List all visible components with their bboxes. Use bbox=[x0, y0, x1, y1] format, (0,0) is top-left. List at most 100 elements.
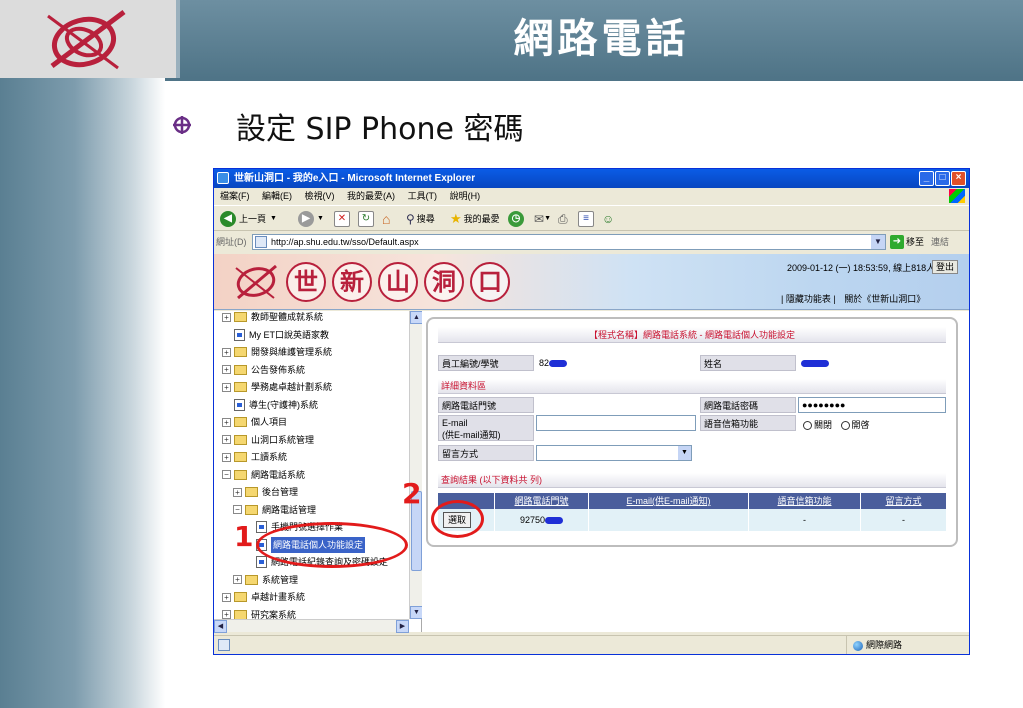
go-button[interactable]: ➜ 移至 bbox=[890, 234, 924, 250]
tree-horizontal-scrollbar[interactable]: ◀ ▶ bbox=[214, 619, 409, 633]
expand-icon[interactable]: + bbox=[222, 382, 231, 392]
address-label: 網址(D) bbox=[216, 237, 247, 247]
results-header-voicemail[interactable]: 語音信箱功能 bbox=[748, 493, 860, 509]
tree-item-label: My ET口說英語家教 bbox=[249, 329, 329, 340]
messenger-button[interactable]: ☺ bbox=[602, 210, 614, 228]
content-area: 【程式名稱】網路電話系統 - 網路電話個人功能設定 員工編號/學號 82 姓名 … bbox=[422, 311, 969, 632]
home-button[interactable]: ⌂ bbox=[382, 210, 390, 228]
menu-file[interactable]: 檔案(F) bbox=[220, 191, 250, 201]
banner-char: 山 bbox=[378, 262, 418, 302]
menu-view[interactable]: 檢視(V) bbox=[305, 191, 335, 201]
tree-item[interactable]: + 教師聖體成就系統 bbox=[222, 311, 323, 325]
message-row: 留言方式 ▼ bbox=[438, 445, 946, 461]
tree-item[interactable]: + 系統管理 bbox=[233, 572, 298, 588]
collapse-icon[interactable]: − bbox=[222, 470, 231, 479]
tree-item[interactable]: + 後台管理 bbox=[233, 484, 298, 500]
refresh-icon: ↻ bbox=[358, 211, 374, 227]
portal-banner: 世 新 山 洞 口 2009-01-12 (一) 18:53:59, 線上818… bbox=[214, 254, 969, 310]
results-header-phone[interactable]: 網路電話門號 bbox=[494, 493, 588, 509]
expand-icon[interactable]: + bbox=[222, 417, 231, 427]
links-label[interactable]: 連結 bbox=[931, 232, 949, 252]
expand-icon[interactable]: + bbox=[222, 435, 231, 444]
redaction-mark bbox=[801, 360, 829, 368]
tree-item[interactable]: − 網路電話管理 bbox=[233, 502, 316, 518]
maximize-icon[interactable]: □ bbox=[935, 171, 950, 186]
university-logo-icon bbox=[47, 10, 126, 70]
tree-item[interactable]: + 卓越計畫系統 bbox=[222, 589, 305, 605]
expand-icon[interactable]: + bbox=[222, 592, 231, 602]
step-2-number: 2 bbox=[402, 477, 422, 510]
tree-item[interactable]: 導生(守護神)系統 bbox=[222, 397, 318, 413]
results-header-message[interactable]: 留言方式 bbox=[860, 493, 946, 509]
mail-button[interactable]: ✉ ▼ bbox=[534, 210, 551, 228]
redaction-mark bbox=[545, 517, 564, 525]
expand-icon[interactable]: + bbox=[222, 365, 231, 374]
search-button[interactable]: ⚲ 搜尋 bbox=[406, 210, 435, 228]
minimize-icon[interactable]: _ bbox=[919, 171, 934, 186]
collapse-icon[interactable]: − bbox=[233, 505, 242, 514]
program-page-icon bbox=[234, 398, 245, 411]
menu-help[interactable]: 說明(H) bbox=[450, 191, 481, 201]
tree-item-label: 學務處卓越計劃系統 bbox=[251, 382, 333, 392]
scroll-right-icon[interactable]: ▶ bbox=[396, 620, 409, 633]
expand-icon[interactable]: + bbox=[222, 452, 231, 462]
tree-item[interactable]: + 學務處卓越計劃系統 bbox=[222, 379, 332, 395]
tree-item[interactable]: + 公告發佈系統 bbox=[222, 362, 305, 378]
voicemail-on-radio[interactable] bbox=[840, 421, 850, 431]
folder-icon bbox=[234, 434, 247, 445]
tree-item[interactable]: + 開發與維護管理系統 bbox=[222, 344, 332, 360]
menu-favorites[interactable]: 我的最愛(A) bbox=[347, 191, 395, 201]
logout-button[interactable]: 登出 bbox=[932, 260, 959, 274]
tree-item[interactable]: + 工讀系統 bbox=[222, 449, 287, 465]
favorites-button[interactable]: ★ 我的最愛 bbox=[450, 210, 500, 228]
name-value bbox=[798, 355, 946, 371]
refresh-button[interactable]: ↻ bbox=[358, 210, 374, 228]
phone-row: 網路電話門號 網路電話密碼 ●●●●●●●● bbox=[438, 397, 946, 413]
history-button[interactable]: ◷ bbox=[508, 210, 527, 228]
voicemail-off-radio[interactable] bbox=[803, 421, 812, 431]
forward-button[interactable]: ▶ ▼ bbox=[298, 210, 324, 228]
print-button[interactable]: ⎙ bbox=[558, 210, 568, 228]
expand-icon[interactable]: + bbox=[222, 312, 231, 322]
menu-edit[interactable]: 編輯(E) bbox=[262, 191, 292, 201]
tree-item[interactable]: My ET口說英語家教 bbox=[222, 327, 329, 343]
ie-window-title: 世新山洞口 - 我的e入口 - Microsoft Internet Explo… bbox=[234, 173, 476, 184]
banner-char: 新 bbox=[332, 262, 372, 302]
email-field[interactable] bbox=[536, 415, 696, 431]
hide-menu-link[interactable]: | 隱藏功能表 | bbox=[781, 294, 836, 304]
scroll-left-icon[interactable]: ◀ bbox=[214, 620, 227, 633]
folder-open-icon bbox=[245, 504, 258, 515]
tree-item[interactable]: + 個人項目 bbox=[222, 414, 287, 430]
expand-icon[interactable]: + bbox=[233, 575, 242, 584]
tree-item[interactable]: − 網路電話系統 bbox=[222, 467, 305, 483]
menu-tools[interactable]: 工具(T) bbox=[408, 191, 438, 201]
folder-icon bbox=[234, 609, 247, 620]
banner-char: 口 bbox=[470, 262, 510, 302]
results-header-email[interactable]: E-mail(供E-mail通知) bbox=[588, 493, 748, 509]
employee-id-label: 員工編號/學號 bbox=[438, 355, 534, 371]
search-label: 搜尋 bbox=[416, 214, 435, 224]
tree-item[interactable]: + 山洞口系統管理 bbox=[222, 432, 314, 448]
bullet-text: 設定 SIP Phone 密碼 bbox=[236, 112, 524, 147]
expand-icon[interactable]: + bbox=[222, 347, 231, 357]
employee-row: 員工編號/學號 82 姓名 bbox=[438, 355, 946, 371]
expand-icon[interactable]: + bbox=[222, 610, 231, 619]
about-link[interactable]: 關於《世新山洞口》 bbox=[844, 294, 925, 304]
banner-char: 洞 bbox=[424, 262, 464, 302]
search-icon: ⚲ bbox=[406, 212, 415, 226]
redaction-mark bbox=[549, 360, 568, 368]
expand-icon[interactable]: + bbox=[233, 487, 242, 497]
address-dropdown-icon[interactable]: ▼ bbox=[871, 235, 885, 249]
stop-button[interactable]: ✕ bbox=[334, 210, 350, 228]
back-button[interactable]: ◀ 上一頁 ▼ bbox=[220, 210, 277, 228]
edit-button[interactable]: ≡ bbox=[578, 210, 594, 228]
ie-statusbar: 網際網路 bbox=[214, 635, 969, 654]
address-input[interactable]: http://ap.shu.edu.tw/sso/Default.aspx ▼ bbox=[252, 234, 886, 250]
message-method-select[interactable]: ▼ bbox=[536, 445, 692, 461]
password-field[interactable]: ●●●●●●●● bbox=[798, 397, 946, 413]
tree-item-label: 後台管理 bbox=[262, 487, 299, 497]
tree-vertical-scrollbar[interactable]: ▲ ▼ bbox=[409, 311, 423, 619]
table-row: 選取 92750 - - bbox=[438, 509, 946, 531]
close-icon[interactable]: × bbox=[951, 171, 966, 186]
results-voicemail-cell: - bbox=[748, 509, 860, 531]
